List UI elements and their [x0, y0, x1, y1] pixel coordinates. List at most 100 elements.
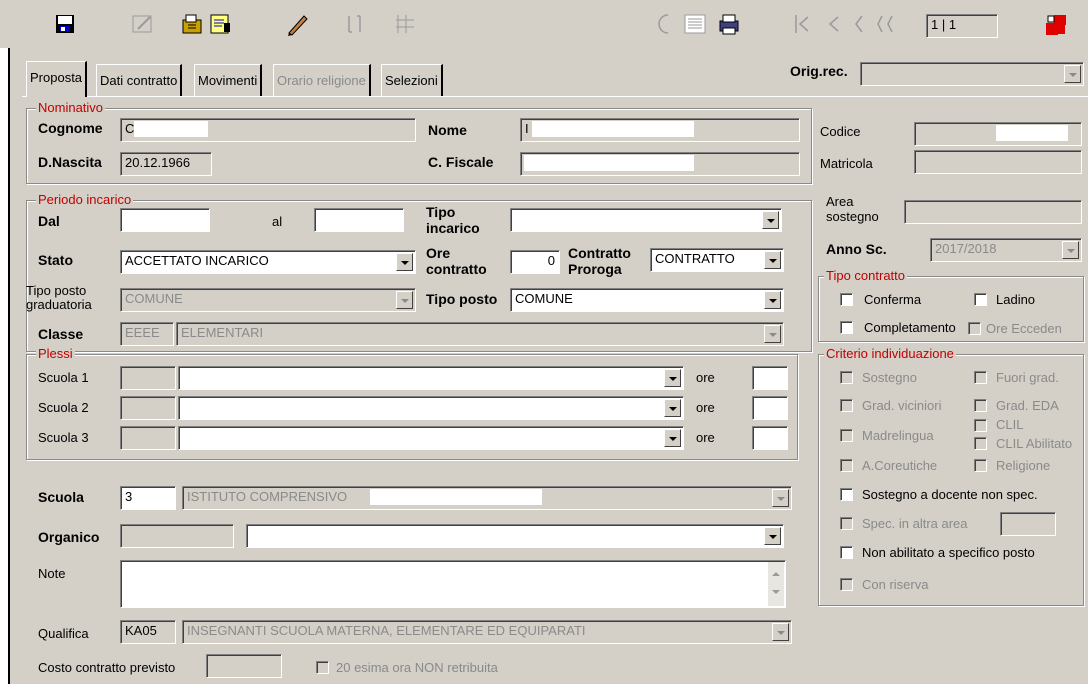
- scuola3-code[interactable]: [120, 426, 176, 450]
- sostegno-docente-checkbox[interactable]: [840, 488, 853, 501]
- ladino-checkbox[interactable]: [974, 293, 987, 306]
- conferma-label: Conferma: [864, 292, 922, 307]
- sostegno-checkbox[interactable]: [840, 371, 853, 384]
- print-icon[interactable]: [716, 11, 744, 39]
- a-coreutiche-label: A.Coreutiche: [862, 458, 938, 473]
- note-textarea[interactable]: [120, 560, 786, 608]
- ore-contratto-label: Ore contratto: [426, 245, 487, 277]
- orig-rec-label: Orig.rec.: [790, 63, 848, 79]
- note-label: Note: [38, 566, 66, 581]
- organico-code[interactable]: [120, 524, 234, 548]
- scuola1-ore-input[interactable]: [752, 366, 788, 390]
- anno-select[interactable]: 2017/2018: [930, 238, 1082, 262]
- scuola1-select[interactable]: [178, 366, 684, 390]
- grid-icon[interactable]: [392, 11, 420, 39]
- nav-next-icon[interactable]: [848, 11, 876, 39]
- spec-altra-area-input[interactable]: [1000, 512, 1056, 536]
- bracket-icon[interactable]: [342, 11, 370, 39]
- area-sostegno-label: Area sostegno: [826, 194, 879, 224]
- ore-contratto-input[interactable]: 0: [510, 250, 560, 274]
- conferma-checkbox[interactable]: [840, 293, 853, 306]
- proroga-value: CONTRATTO: [655, 251, 735, 266]
- completamento-label: Completamento: [864, 320, 956, 335]
- exit-icon[interactable]: [1042, 11, 1070, 39]
- tab-selezioni[interactable]: Selezioni: [381, 64, 443, 96]
- orig-rec-select[interactable]: [860, 62, 1084, 86]
- nominativo-title: Nominativo: [36, 100, 106, 115]
- clil-checkbox[interactable]: [974, 419, 987, 432]
- nav-last-icon[interactable]: [874, 11, 902, 39]
- nascita-input[interactable]: 20.12.1966: [120, 152, 212, 176]
- stato-value: ACCETTATO INCARICO: [125, 253, 269, 268]
- costo-label: Costo contratto previsto: [38, 660, 176, 675]
- ventesima-checkbox[interactable]: [316, 661, 329, 674]
- spec-altra-area-checkbox[interactable]: [840, 517, 853, 530]
- tipo-posto-grad-select[interactable]: COMUNE: [120, 288, 416, 312]
- stato-select[interactable]: ACCETTATO INCARICO: [120, 250, 416, 274]
- organico-select[interactable]: [246, 524, 784, 548]
- non-abilitato-checkbox[interactable]: [840, 546, 853, 559]
- costo-input[interactable]: [206, 654, 282, 678]
- scuola1-label: Scuola 1: [38, 370, 89, 385]
- nav-first-icon[interactable]: [790, 11, 818, 39]
- notes-icon[interactable]: [208, 11, 236, 39]
- fuori-grad-checkbox[interactable]: [974, 371, 987, 384]
- edit-icon[interactable]: [130, 11, 158, 39]
- scuola2-ore-input[interactable]: [752, 396, 788, 420]
- tipo-incarico-label: Tipo incarico: [426, 204, 480, 236]
- tipo-posto-grad-value: COMUNE: [125, 291, 183, 306]
- ore-eccedenti-label: Ore Ecceden: [986, 321, 1062, 336]
- classe-select[interactable]: ELEMENTARI: [176, 322, 784, 346]
- contratto-proroga-label: Contratto Proroga: [568, 245, 631, 277]
- dal-input[interactable]: [120, 208, 210, 232]
- tab-orario-religione[interactable]: Orario religione: [273, 64, 371, 96]
- grad-eda-checkbox[interactable]: [974, 399, 987, 412]
- periodo-title: Periodo incarico: [36, 192, 134, 207]
- scroll-up-icon[interactable]: [772, 572, 780, 576]
- folder-icon[interactable]: [180, 11, 208, 39]
- clil-label: CLIL: [996, 417, 1024, 432]
- pencil-icon[interactable]: [284, 11, 312, 39]
- scuola2-code[interactable]: [120, 396, 176, 420]
- anno-value: 2017/2018: [935, 241, 997, 256]
- con-riserva-checkbox[interactable]: [840, 578, 853, 591]
- scroll-down-icon[interactable]: [772, 590, 780, 594]
- area-sostegno-input[interactable]: [904, 200, 1082, 224]
- religione-checkbox[interactable]: [974, 459, 987, 472]
- qualifica-value: INSEGNANTI SCUOLA MATERNA, ELEMENTARE ED…: [187, 623, 586, 638]
- qualifica-code[interactable]: KA05: [120, 620, 176, 644]
- qualifica-select[interactable]: INSEGNANTI SCUOLA MATERNA, ELEMENTARE ED…: [182, 620, 792, 644]
- tab-movimenti[interactable]: Movimenti: [194, 64, 263, 96]
- fiscale-label: C. Fiscale: [428, 154, 494, 170]
- proroga-select[interactable]: CONTRATTO: [650, 248, 784, 272]
- classe-code[interactable]: EEEE: [120, 322, 174, 346]
- list-icon[interactable]: [682, 11, 710, 39]
- sostegno-label: Sostegno: [862, 370, 917, 385]
- al-input[interactable]: [314, 208, 404, 232]
- moon-icon[interactable]: [652, 11, 680, 39]
- matricola-input[interactable]: [914, 150, 1082, 174]
- clil-abilitato-checkbox[interactable]: [974, 437, 987, 450]
- tab-dati-contratto[interactable]: Dati contratto: [96, 64, 183, 96]
- note-scrollbar[interactable]: [768, 562, 784, 606]
- grad-viciniori-checkbox[interactable]: [840, 399, 853, 412]
- redaction: [370, 489, 542, 505]
- tipo-incarico-select[interactable]: [510, 208, 782, 232]
- scuola-code[interactable]: 3: [120, 486, 176, 510]
- ore-eccedenti-checkbox[interactable]: [968, 322, 981, 335]
- tab-proposta[interactable]: Proposta: [26, 61, 88, 97]
- scuola2-select[interactable]: [178, 396, 684, 420]
- matricola-label: Matricola: [820, 156, 873, 171]
- a-coreutiche-checkbox[interactable]: [840, 459, 853, 472]
- scuola3-ore-label: ore: [696, 430, 715, 445]
- nav-prev-icon[interactable]: [820, 11, 848, 39]
- save-icon[interactable]: [52, 11, 80, 39]
- scuola3-ore-input[interactable]: [752, 426, 788, 450]
- scuola3-select[interactable]: [178, 426, 684, 450]
- ladino-label: Ladino: [996, 292, 1036, 307]
- completamento-checkbox[interactable]: [840, 321, 853, 334]
- nascita-label: D.Nascita: [38, 154, 102, 170]
- scuola1-code[interactable]: [120, 366, 176, 390]
- tipo-posto-select[interactable]: COMUNE: [510, 288, 784, 312]
- madrelingua-checkbox[interactable]: [840, 429, 853, 442]
